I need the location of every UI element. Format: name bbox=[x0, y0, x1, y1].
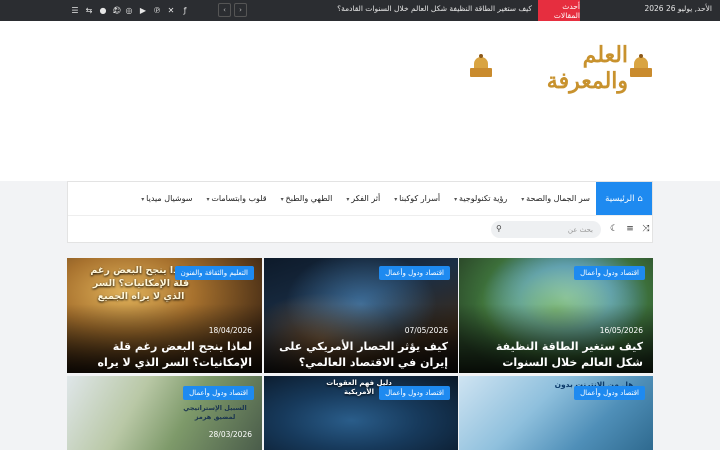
breaking-news-label: أحدث المقالات bbox=[538, 0, 580, 21]
youtube-icon[interactable]: ▶ bbox=[136, 3, 150, 18]
nav-item-social-media[interactable]: سوشيال ميديا bbox=[141, 194, 192, 203]
x-icon[interactable]: ✕ bbox=[164, 3, 178, 18]
search-placeholder: بحث عن bbox=[567, 225, 593, 234]
breaking-news-ticker[interactable]: كيف ستغير الطاقة النظيفة شكل العالم خلال… bbox=[337, 4, 532, 13]
top-bar: الأحد, يوليو 26 2026 أحدث المقالات كيف س… bbox=[0, 0, 720, 21]
category-badge[interactable]: اقتصاد ودول وأعمال bbox=[379, 386, 450, 400]
ticker-next-button[interactable]: › bbox=[218, 3, 231, 17]
shuffle-icon[interactable]: ⤨ bbox=[640, 222, 652, 236]
tool-icons: ☰ ⇆ ● ☺ bbox=[68, 3, 124, 18]
article-title[interactable]: كيف يؤثر الحصار الأمريكي على إيران في ال… bbox=[272, 339, 448, 371]
reddit-icon[interactable]: ☺ bbox=[110, 3, 124, 18]
article-card[interactable]: اقتصاد ودول وأعمال 07/05/2026 كيف يؤثر ا… bbox=[264, 258, 458, 373]
top-date: الأحد, يوليو 26 2026 bbox=[644, 4, 712, 13]
search-icon[interactable]: ⚲ bbox=[496, 224, 502, 233]
nav-menu: سر الجمال والصحة رؤية تكنولوجية أسرار كو… bbox=[141, 182, 590, 215]
category-badge[interactable]: اقتصاد ودول وأعمال bbox=[183, 386, 254, 400]
image-overlay-text: السبيل الإستراتيجي لمضيق هرمز bbox=[183, 404, 247, 421]
random-icon[interactable]: ⇆ bbox=[82, 3, 96, 18]
book-icon bbox=[628, 54, 654, 82]
nav-item-hearts-smiles[interactable]: قلوب وابتسامات bbox=[206, 194, 266, 203]
home-icon: ⌂ bbox=[637, 193, 643, 204]
article-card[interactable]: اقتصاد ودول وأعمال 16/05/2026 كيف ستغير … bbox=[459, 258, 653, 373]
nav-item-planet-secrets[interactable]: أسرار كوكبنا bbox=[394, 194, 440, 203]
ticker-prev-button[interactable]: ‹ bbox=[234, 3, 247, 17]
article-date: 28/03/2026 bbox=[208, 430, 252, 439]
site-header: العلم والمعرفة bbox=[0, 21, 720, 181]
category-badge[interactable]: التعليم والثقافة والفنون bbox=[174, 266, 254, 280]
article-card[interactable]: هل من الإنترنت بدون رأس مال؟ اقتصاد ودول… bbox=[459, 376, 653, 450]
user-icon[interactable]: ● bbox=[96, 3, 110, 18]
article-title[interactable]: كيف ستغير الطاقة النظيفة شكل العالم خلال… bbox=[467, 339, 643, 373]
article-card[interactable]: لماذا ينجح البعض رغم قلة الإمكانيات؟ الس… bbox=[67, 258, 262, 373]
nav-tool-icons: ⤨ ≡ ☾ bbox=[608, 222, 652, 236]
main-navigation: ⌂ الرئيسية سر الجمال والصحة رؤية تكنولوج… bbox=[67, 181, 653, 243]
category-badge[interactable]: اقتصاد ودول وأعمال bbox=[379, 266, 450, 280]
pinterest-icon[interactable]: ℗ bbox=[150, 3, 164, 18]
ticker-arrows: ‹ › bbox=[218, 3, 247, 17]
nav-item-tech-vision[interactable]: رؤية تكنولوجية bbox=[454, 194, 507, 203]
site-logo[interactable]: العلم والمعرفة bbox=[468, 42, 654, 94]
article-date: 18/04/2026 bbox=[208, 326, 252, 335]
article-title[interactable]: لماذا ينجح البعض رغم قلة الإمكانيات؟ الس… bbox=[75, 339, 252, 373]
moon-icon[interactable]: ☾ bbox=[608, 222, 620, 236]
book-icon bbox=[468, 54, 494, 82]
article-card[interactable]: دليل فهم العقوبات الأمريكية اقتصاد ودول … bbox=[264, 376, 458, 450]
nav-home-label: الرئيسية bbox=[605, 193, 635, 204]
article-card[interactable]: السبيل الإستراتيجي لمضيق هرمز اقتصاد ودو… bbox=[67, 376, 262, 450]
menu-icon[interactable]: ☰ bbox=[68, 3, 82, 18]
nav-item-cooking[interactable]: الطهي والطبخ bbox=[281, 194, 333, 203]
article-date: 07/05/2026 bbox=[404, 326, 448, 335]
search-input[interactable]: بحث عن ⚲ bbox=[491, 221, 601, 238]
nav-item-thought-impact[interactable]: أثر الفكر bbox=[346, 194, 380, 203]
nav-item-beauty-health[interactable]: سر الجمال والصحة bbox=[521, 194, 590, 203]
instagram-icon[interactable]: ◎ bbox=[122, 3, 136, 18]
nav-tools-row: ⤨ ≡ ☾ بحث عن ⚲ bbox=[68, 215, 652, 243]
facebook-icon[interactable]: ƒ bbox=[178, 3, 192, 18]
category-badge[interactable]: اقتصاد ودول وأعمال bbox=[574, 266, 645, 280]
nav-home[interactable]: ⌂ الرئيسية bbox=[596, 182, 652, 215]
logo-text: العلم والمعرفة bbox=[546, 42, 629, 94]
article-date: 16/05/2026 bbox=[599, 326, 643, 335]
category-badge[interactable]: اقتصاد ودول وأعمال bbox=[574, 386, 645, 400]
list-icon[interactable]: ≡ bbox=[624, 222, 636, 236]
